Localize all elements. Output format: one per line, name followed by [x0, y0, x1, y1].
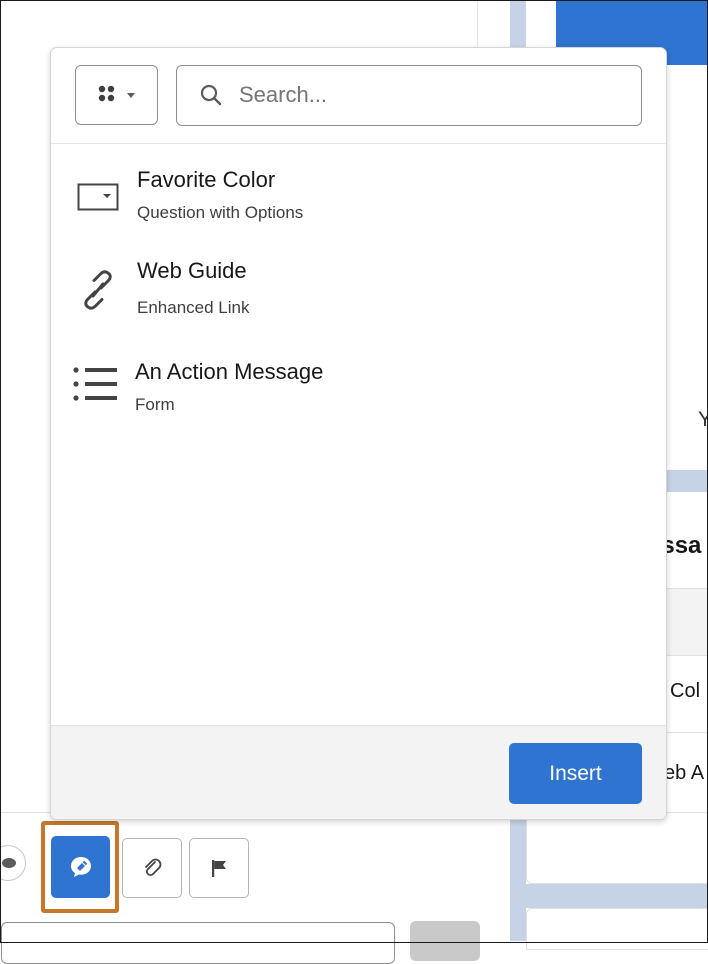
- apps-grid-icon: [98, 85, 115, 102]
- flag-button[interactable]: [189, 838, 249, 898]
- right-table-cell: Col: [670, 680, 701, 702]
- message-input[interactable]: [1, 922, 395, 964]
- popover-footer: Insert: [51, 725, 666, 819]
- search-icon: [200, 84, 222, 106]
- emoji-icon: [2, 858, 16, 868]
- right-panel-band: [526, 884, 708, 908]
- quick-text-popover: Favorite Color Question with Options Web…: [50, 47, 667, 820]
- link-icon: [84, 270, 112, 310]
- quick-text-button[interactable]: [51, 836, 110, 898]
- right-card: [526, 812, 708, 884]
- quick-text-item[interactable]: Web Guide Enhanced Link: [51, 246, 666, 336]
- right-panel-text: Y: [698, 408, 708, 431]
- right-table-cell: eb A: [664, 762, 705, 784]
- item-title: An Action Message: [135, 359, 324, 384]
- popover-header: [51, 48, 666, 144]
- search-field[interactable]: [176, 65, 642, 126]
- quick-text-icon: [70, 857, 91, 877]
- chevron-down-icon: [127, 92, 135, 98]
- item-subtitle: Form: [135, 395, 175, 414]
- filter-button[interactable]: [75, 65, 158, 125]
- dropdown-field-icon: [77, 183, 119, 211]
- send-button[interactable]: [410, 921, 480, 961]
- flag-icon: [212, 860, 226, 877]
- right-card: [526, 908, 708, 950]
- item-subtitle: Question with Options: [137, 203, 304, 222]
- insert-button[interactable]: Insert: [509, 743, 642, 804]
- quick-text-item[interactable]: Favorite Color Question with Options: [51, 153, 666, 243]
- attach-button[interactable]: [122, 838, 182, 898]
- item-title: Favorite Color: [137, 167, 276, 192]
- search-input[interactable]: [239, 76, 619, 114]
- item-subtitle: Enhanced Link: [137, 298, 250, 317]
- item-title: Web Guide: [137, 258, 247, 283]
- paperclip-icon: [145, 858, 162, 877]
- quick-text-item[interactable]: An Action Message Form: [51, 346, 666, 436]
- list-icon: [73, 367, 117, 401]
